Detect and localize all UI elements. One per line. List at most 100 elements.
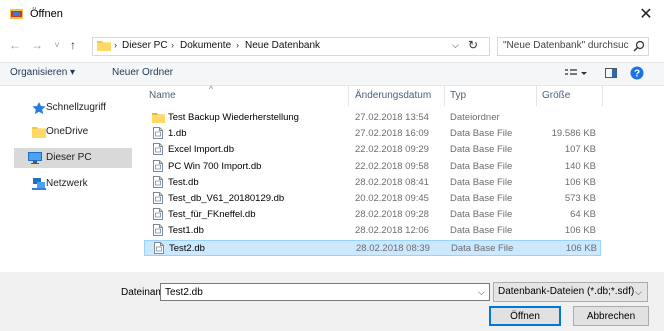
file-name: Test Backup Wiederherstellung [168, 112, 299, 123]
table-row[interactable]: PC Win 700 Import.db 22.02.2018 09:58 Data… [144, 159, 601, 175]
sort-indicator-icon: ^ [209, 84, 214, 94]
file-date: 22.02.2018 09:58 [355, 161, 429, 172]
recent-locations-button[interactable]: ˅ [50, 38, 64, 52]
file-name: Test2.db [169, 243, 205, 254]
forward-button[interactable]: → [30, 38, 44, 52]
file-date: 28.02.2018 09:28 [355, 209, 429, 220]
file-type: Data Base File [450, 209, 513, 220]
file-type: Data Base File [450, 193, 513, 204]
table-row[interactable]: Test_db_V61_20180129.db 20.02.2018 09:45 D… [144, 191, 601, 207]
file-size: 573 KB [564, 193, 596, 204]
file-date: 27.02.2018 13:54 [355, 112, 429, 123]
file-size: 19.586 KB [551, 128, 596, 139]
sidebar-item-label: Schnellzugriff [46, 102, 106, 113]
file-icon [154, 242, 164, 254]
table-row[interactable]: Excel Import.db 22.02.2018 09:29 Data Base… [144, 142, 601, 158]
organize-button[interactable]: Organisieren ▾ [10, 67, 75, 78]
file-name: PC Win 700 Import.db [168, 161, 262, 172]
network-icon [32, 178, 46, 190]
file-type: Data Base File [450, 144, 513, 155]
file-icon [153, 127, 163, 139]
chevron-right-icon: › [171, 40, 174, 50]
file-icon [153, 224, 163, 236]
file-size: 106 KB [565, 243, 597, 254]
table-row[interactable]: Test2.db 28.02.2018 08:39 Data Base File 10… [144, 240, 601, 256]
star-icon [32, 102, 46, 114]
table-row[interactable]: Test Backup Wiederherstellung 27.02.2018 … [144, 110, 601, 126]
up-button[interactable]: ↑ [66, 38, 80, 52]
folder-icon [97, 41, 111, 51]
file-name: Test_für_FKneffel.db [168, 209, 256, 220]
column-header-type[interactable]: Typ [450, 90, 466, 101]
file-type: Data Base File [450, 128, 513, 139]
file-date: 27.02.2018 16:09 [355, 128, 429, 139]
computer-icon [28, 152, 42, 164]
chevron-right-icon: › [236, 40, 239, 50]
breadcrumb-item[interactable]: Dokumente [180, 40, 231, 51]
file-icon [153, 192, 163, 204]
view-options-icon[interactable] [565, 68, 589, 79]
column-divider[interactable] [602, 86, 603, 106]
filename-input[interactable] [160, 283, 490, 301]
title-bar [0, 0, 664, 30]
sidebar-item-schnellzugriff[interactable]: Schnellzugriff [14, 98, 134, 118]
file-date: 22.02.2018 09:29 [355, 144, 429, 155]
column-header-date[interactable]: Änderungsdatum [355, 90, 431, 101]
search-placeholder: "Neue Datenbank" durchsuch... [503, 40, 629, 51]
table-row[interactable]: 1.db 27.02.2018 16:09 Data Base File 19.586… [144, 126, 601, 142]
preview-pane-icon[interactable] [605, 68, 617, 78]
file-name: Test1.db [168, 225, 204, 236]
file-type: Dateiordner [450, 112, 500, 123]
file-size: 106 KB [564, 177, 596, 188]
sidebar-item-label: Netzwerk [46, 178, 88, 189]
window-title: Öffnen [30, 8, 63, 20]
breadcrumb-item[interactable]: Dieser PC [122, 40, 168, 51]
column-header-size[interactable]: Größe [542, 90, 570, 101]
file-icon [153, 143, 163, 155]
file-icon [153, 160, 163, 172]
breadcrumb-item[interactable]: Neue Datenbank [245, 40, 320, 51]
sidebar-item-label: OneDrive [46, 126, 89, 137]
folder-icon [32, 127, 46, 138]
file-name: Excel Import.db [168, 144, 234, 155]
file-size: 140 KB [564, 161, 596, 172]
column-divider[interactable] [444, 86, 445, 106]
sidebar-item-label: Dieser PC [46, 152, 92, 163]
svg-text:?: ? [634, 69, 640, 80]
chevron-down-icon[interactable]: ⌵ [478, 287, 485, 298]
sidebar-item-dieser-pc[interactable]: Dieser PC [14, 148, 132, 168]
table-row[interactable]: Test_für_FKneffel.db 28.02.2018 09:28 Data… [144, 207, 601, 223]
back-button[interactable]: ← [8, 38, 22, 52]
file-type: Data Base File [450, 161, 513, 172]
refresh-icon[interactable]: ↻ [468, 38, 478, 52]
file-size: 64 KB [570, 209, 596, 220]
file-name: Test.db [168, 177, 199, 188]
file-icon [153, 176, 163, 188]
file-type: Data Base File [451, 243, 514, 254]
file-date: 28.02.2018 12:06 [355, 225, 429, 236]
file-type: Data Base File [450, 225, 513, 236]
column-divider[interactable] [348, 86, 349, 106]
table-row[interactable]: Test.db 28.02.2018 08:41 Data Base File 106… [144, 175, 601, 191]
file-name: Test_db_V61_20180129.db [168, 193, 285, 204]
cancel-button[interactable]: Abbrechen [573, 306, 649, 326]
file-icon [153, 208, 163, 220]
column-header-name[interactable]: Name [149, 90, 176, 101]
open-button[interactable]: Öffnen [489, 306, 561, 326]
help-icon[interactable]: ? [630, 66, 644, 80]
new-folder-button[interactable]: Neuer Ordner [112, 67, 173, 78]
table-row[interactable]: Test1.db 28.02.2018 12:06 Data Base File 10… [144, 223, 601, 239]
chevron-down-icon[interactable]: ⌵ [452, 40, 459, 51]
file-date: 28.02.2018 08:41 [355, 177, 429, 188]
app-icon [10, 9, 23, 19]
sidebar-item-onedrive[interactable]: OneDrive [14, 122, 134, 142]
file-name: 1.db [168, 128, 187, 139]
sidebar-item-netzwerk[interactable]: Netzwerk [14, 174, 134, 194]
file-date: 20.02.2018 09:45 [355, 193, 429, 204]
filetype-value: Datenbank-Dateien (*.db;*.sdf) [498, 286, 635, 297]
column-divider[interactable] [536, 86, 537, 106]
search-icon[interactable] [633, 40, 645, 52]
file-date: 28.02.2018 08:39 [356, 243, 430, 254]
close-button[interactable]: ✕ [634, 4, 658, 26]
file-type: Data Base File [450, 177, 513, 188]
